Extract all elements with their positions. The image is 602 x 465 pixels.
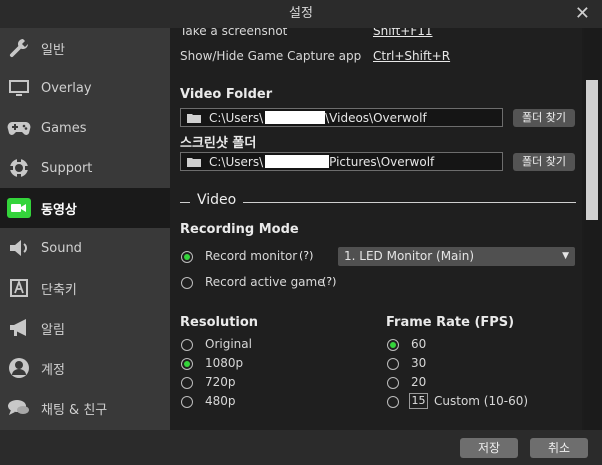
toggle-capture-hotkey-value[interactable]: Ctrl+Shift+R — [373, 49, 450, 63]
screenshot-folder-path-suffix: Pictures\Overwolf — [329, 154, 435, 169]
fps-30-radio[interactable] — [387, 358, 399, 370]
record-active-game-radio[interactable] — [181, 277, 193, 289]
video-folder-path-prefix: C:\Users\ — [209, 110, 264, 125]
resolution-label: Resolution — [180, 315, 259, 330]
resolution-480p-radio[interactable] — [181, 396, 193, 408]
user-icon — [7, 356, 31, 380]
resolution-option-label: 480p — [205, 394, 236, 408]
sidebar-item-general[interactable]: 일반 — [0, 28, 170, 68]
screenshot-folder-path-prefix: C:\Users\ — [209, 154, 264, 169]
sidebar-item-support[interactable]: Support — [0, 148, 170, 188]
fps-option-label: 20 — [411, 375, 427, 389]
resolution-1080p-radio[interactable] — [181, 358, 193, 370]
recording-mode-label: Recording Mode — [180, 222, 299, 237]
settings-content: Take a screenshot Shift+F11 Show/Hide Ga… — [170, 28, 582, 430]
record-monitor-radio[interactable] — [181, 251, 193, 263]
fps-custom-radio[interactable] — [387, 396, 399, 408]
sidebar-item-video[interactable]: 동영상 — [0, 188, 170, 228]
video-folder-path-suffix: \Videos\Overwolf — [325, 110, 427, 125]
speaker-icon — [7, 236, 31, 260]
megaphone-icon — [7, 316, 31, 340]
sidebar-item-label: 일반 — [41, 42, 65, 58]
window-title: 설정 — [289, 6, 313, 21]
sidebar-item-label: 동영상 — [41, 202, 77, 218]
screenshot-folder-path[interactable]: C:\Users\ Pictures\Overwolf — [180, 152, 503, 171]
video-folder-label: Video Folder — [180, 87, 273, 102]
title-bar: 설정 ✕ — [0, 0, 602, 28]
video-folder-browse-button[interactable]: 폴더 찾기 — [513, 109, 575, 127]
video-camera-icon — [7, 196, 31, 220]
chat-icon — [7, 396, 31, 420]
sidebar-item-label: 알림 — [41, 322, 65, 338]
resolution-option-label: 1080p — [205, 356, 244, 370]
record-game-help-icon[interactable]: (?) — [322, 275, 336, 288]
record-monitor-help-icon[interactable]: (?) — [299, 249, 313, 262]
fps-option-label: 60 — [411, 337, 427, 351]
folder-icon — [187, 157, 201, 167]
fps-custom-label: Custom (10-60) — [434, 394, 529, 408]
resolution-original-radio[interactable] — [181, 339, 193, 351]
fps-20-radio[interactable] — [387, 377, 399, 389]
screenshot-folder-browse-button[interactable]: 폴더 찾기 — [513, 153, 575, 171]
section-divider-left — [180, 202, 190, 203]
chevron-down-icon: ▼ — [562, 251, 569, 261]
save-button[interactable]: 저장 — [460, 438, 518, 458]
sidebar-item-overlay[interactable]: Overlay — [0, 68, 170, 108]
close-icon[interactable]: ✕ — [575, 3, 590, 24]
sidebar-item-label: 단축키 — [41, 282, 77, 298]
video-folder-path[interactable]: C:\Users\ \Videos\Overwolf — [180, 108, 503, 127]
sidebar-item-label: 계정 — [41, 362, 65, 378]
cancel-button[interactable]: 취소 — [530, 438, 588, 458]
screenshot-hotkey-value[interactable]: Shift+F11 — [373, 28, 433, 38]
fps-custom-input[interactable]: 15 — [409, 393, 428, 409]
screenshot-folder-label: 스크린샷 폴더 — [180, 136, 257, 151]
resolution-option-label: Original — [205, 337, 252, 351]
redacted-username — [265, 111, 326, 124]
sidebar-item-hotkeys[interactable]: 단축키 — [0, 268, 170, 308]
screenshot-hotkey-label: Take a screenshot — [180, 28, 288, 38]
folder-icon — [187, 113, 201, 123]
sidebar-item-label: Sound — [41, 240, 82, 256]
sidebar-item-chat-friends[interactable]: 채팅 & 친구 — [0, 388, 170, 428]
redacted-username — [265, 155, 330, 168]
record-monitor-label: Record monitor — [205, 249, 298, 263]
sidebar-item-games[interactable]: Games — [0, 108, 170, 148]
monitor-select[interactable]: 1. LED Monitor (Main) ▼ — [338, 247, 575, 266]
record-active-game-label: Record active game — [205, 275, 325, 289]
resolution-720p-radio[interactable] — [181, 377, 193, 389]
monitor-select-value: 1. LED Monitor (Main) — [344, 249, 475, 263]
sidebar-item-account[interactable]: 계정 — [0, 348, 170, 388]
wrench-icon — [7, 36, 31, 60]
support-icon — [7, 156, 31, 180]
sidebar-item-label: Games — [41, 120, 87, 136]
gamepad-icon — [7, 116, 31, 140]
sidebar-item-label: 채팅 & 친구 — [41, 402, 108, 418]
sidebar-item-sound[interactable]: Sound — [0, 228, 170, 268]
resolution-option-label: 720p — [205, 375, 236, 389]
sidebar: 일반 Overlay Games Support 동영상 Sound 단축키 알… — [0, 28, 170, 430]
footer: 저장 취소 — [0, 430, 602, 465]
frame-rate-label: Frame Rate (FPS) — [386, 315, 515, 330]
section-divider-right — [243, 202, 576, 203]
toggle-capture-hotkey-label: Show/Hide Game Capture app — [180, 49, 362, 63]
keyboard-key-icon — [7, 276, 31, 300]
sidebar-item-label: Overlay — [41, 80, 92, 96]
scrollbar-thumb[interactable] — [586, 80, 598, 220]
sidebar-item-label: Support — [41, 160, 93, 176]
sidebar-item-notifications[interactable]: 알림 — [0, 308, 170, 348]
fps-60-radio[interactable] — [387, 339, 399, 351]
monitor-icon — [7, 76, 31, 100]
fps-option-label: 30 — [411, 356, 427, 370]
video-section-heading: Video — [197, 192, 237, 208]
